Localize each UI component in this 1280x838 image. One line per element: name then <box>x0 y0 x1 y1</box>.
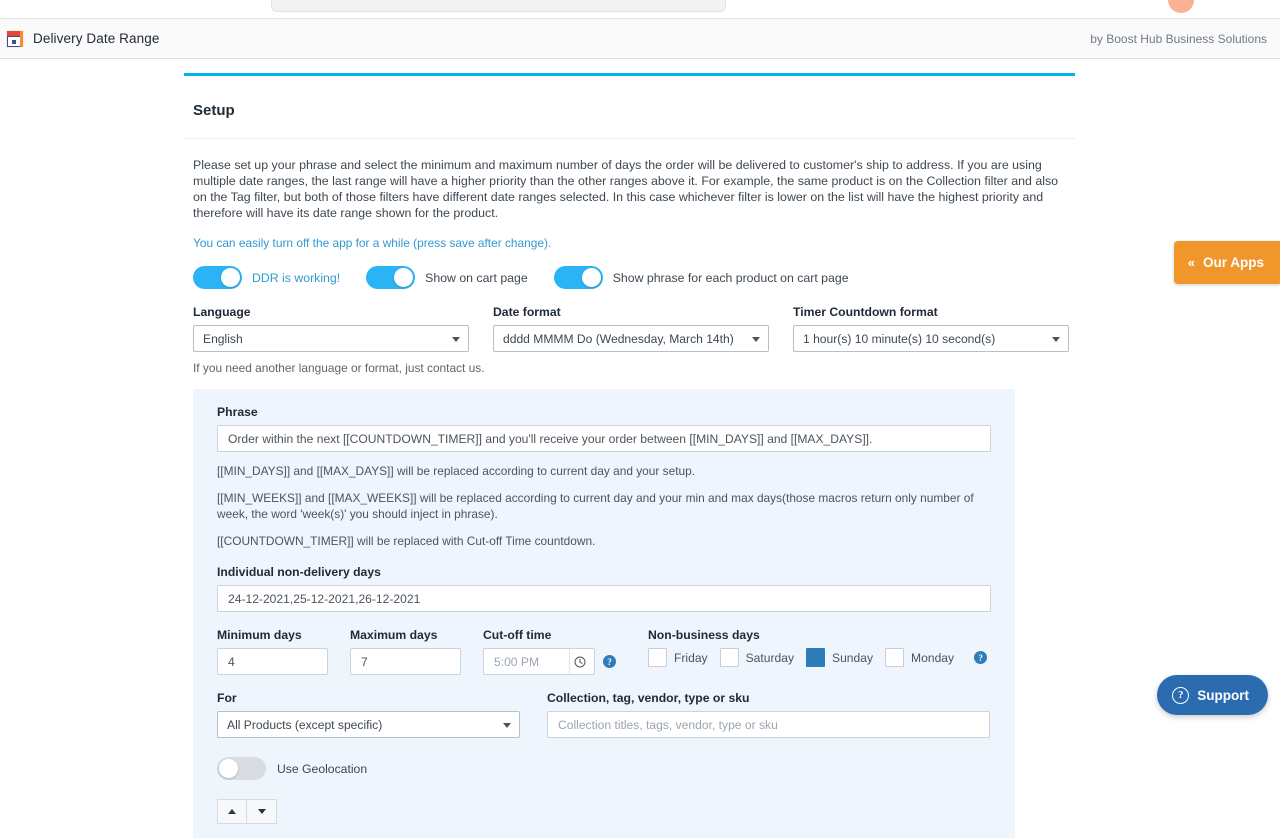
timer-countdown-format-value: 1 hour(s) 10 minute(s) 10 second(s) <box>803 332 995 346</box>
turn-off-app-link[interactable]: You can easily turn off the app for a wh… <box>193 236 1075 250</box>
checkbox-friday[interactable] <box>648 648 667 667</box>
our-apps-tab[interactable]: « Our Apps <box>1174 241 1280 284</box>
geolocation-row[interactable]: Use Geolocation <box>217 757 991 780</box>
cutoff-time-label: Cut-off time <box>483 628 616 642</box>
double-chevron-left-icon: « <box>1188 255 1195 270</box>
chevron-up-icon <box>228 809 236 814</box>
non-business-days-field: Non-business days Friday Saturday Sunday… <box>648 628 991 667</box>
clock-icon[interactable] <box>569 649 590 674</box>
checkbox-monday[interactable] <box>885 648 904 667</box>
language-select[interactable]: English <box>193 325 469 352</box>
cutoff-help-icon[interactable]: ? <box>603 655 616 668</box>
non-business-days-label: Non-business days <box>648 628 991 642</box>
app-title: Delivery Date Range <box>33 31 159 46</box>
collection-input[interactable]: Collection titles, tags, vendor, type or… <box>547 711 990 738</box>
toggle-switch[interactable] <box>554 266 603 289</box>
language-select-value: English <box>203 332 243 346</box>
checkbox-saturday-label: Saturday <box>746 651 794 665</box>
for-field: For All Products (except specific) <box>217 691 520 738</box>
toggle-switch[interactable] <box>193 266 242 289</box>
collection-field: Collection, tag, vendor, type or sku Col… <box>547 691 990 738</box>
days-settings-row: Minimum days 4 Maximum days 7 Cut-off ti… <box>217 628 991 675</box>
toggle-label: Show phrase for each product on cart pag… <box>613 271 849 285</box>
support-button-label: Support <box>1197 688 1249 703</box>
toggle-switch[interactable] <box>366 266 415 289</box>
language-field: Language English <box>193 305 469 352</box>
move-up-button[interactable] <box>217 799 247 824</box>
maximum-days-input[interactable]: 7 <box>350 648 461 675</box>
cutoff-time-field: Cut-off time 5:00 PM ? <box>483 628 616 675</box>
checkbox-friday-label: Friday <box>674 651 708 665</box>
cutoff-time-input[interactable]: 5:00 PM <box>483 648 595 675</box>
cutoff-time-value: 5:00 PM <box>494 655 569 669</box>
title-divider <box>184 138 1075 139</box>
app-developer: by Boost Hub Business Solutions <box>1090 32 1267 46</box>
admin-top-strip <box>0 0 1280 19</box>
format-selects-row: Language English Date format dddd MMMM D… <box>193 305 1075 352</box>
question-circle-icon: ? <box>1172 687 1189 704</box>
chevron-down-icon <box>452 337 460 342</box>
phrase-help-weeks: [[MIN_WEEKS]] and [[MAX_WEEKS]] will be … <box>217 490 977 522</box>
panel-accent-bar <box>184 73 1075 76</box>
global-search-input[interactable] <box>271 0 726 12</box>
chevron-down-icon <box>1052 337 1060 342</box>
checkbox-monday-label: Monday <box>911 651 954 665</box>
date-format-select-value: dddd MMMM Do (Wednesday, March 14th) <box>503 332 734 346</box>
toggle-show-on-cart-page[interactable]: Show on cart page <box>366 266 528 289</box>
checkbox-sunday[interactable] <box>806 648 825 667</box>
non-business-days-help-icon[interactable]: ? <box>974 651 987 664</box>
non-business-days-checkboxes: Friday Saturday Sunday Monday ? <box>648 648 991 667</box>
toggle-show-phrase-each-product[interactable]: Show phrase for each product on cart pag… <box>554 266 849 289</box>
toggles-row: DDR is working! Show on cart page Show p… <box>193 266 1075 289</box>
app-content: Setup Please set up your phrase and sele… <box>0 59 1280 720</box>
toggle-ddr-working[interactable]: DDR is working! <box>193 266 340 289</box>
language-label: Language <box>193 305 469 319</box>
move-down-button[interactable] <box>247 799 277 824</box>
geolocation-toggle[interactable] <box>217 757 266 780</box>
phrase-label: Phrase <box>217 405 991 419</box>
checkbox-saturday[interactable] <box>720 648 739 667</box>
date-range-card: Phrase Order within the next [[COUNTDOWN… <box>193 389 1015 838</box>
collection-label: Collection, tag, vendor, type or sku <box>547 691 990 705</box>
phrase-help-countdown: [[COUNTDOWN_TIMER]] will be replaced wit… <box>217 533 977 549</box>
geolocation-label: Use Geolocation <box>277 762 367 776</box>
chevron-down-icon <box>503 723 511 728</box>
chevron-down-icon <box>258 809 266 814</box>
minimum-days-label: Minimum days <box>217 628 328 642</box>
phrase-input[interactable]: Order within the next [[COUNTDOWN_TIMER]… <box>217 425 991 452</box>
target-products-row: For All Products (except specific) Colle… <box>217 691 991 738</box>
non-delivery-days-input[interactable]: 24-12-2021,25-12-2021,26-12-2021 <box>217 585 991 612</box>
toggle-label: DDR is working! <box>252 271 340 285</box>
support-button[interactable]: ? Support <box>1157 675 1268 715</box>
checkbox-sunday-label: Sunday <box>832 651 873 665</box>
for-select[interactable]: All Products (except specific) <box>217 711 520 738</box>
phrase-help-min-max: [[MIN_DAYS]] and [[MAX_DAYS]] will be re… <box>217 463 977 479</box>
non-delivery-days-label: Individual non-delivery days <box>217 565 991 579</box>
reorder-arrows <box>217 799 991 838</box>
avatar[interactable] <box>1168 0 1194 13</box>
timer-countdown-format-label: Timer Countdown format <box>793 305 1069 319</box>
maximum-days-field: Maximum days 7 <box>350 628 461 675</box>
date-format-select[interactable]: dddd MMMM Do (Wednesday, March 14th) <box>493 325 769 352</box>
app-header: Delivery Date Range by Boost Hub Busines… <box>0 19 1280 59</box>
calendar-app-icon <box>6 30 24 48</box>
minimum-days-field: Minimum days 4 <box>217 628 328 675</box>
contact-note: If you need another language or format, … <box>193 361 1075 375</box>
setup-description: Please set up your phrase and select the… <box>193 157 1059 221</box>
chevron-down-icon <box>752 337 760 342</box>
toggle-label: Show on cart page <box>425 271 528 285</box>
date-format-label: Date format <box>493 305 769 319</box>
setup-panel: Setup Please set up your phrase and sele… <box>184 73 1075 838</box>
timer-countdown-format-field: Timer Countdown format 1 hour(s) 10 minu… <box>793 305 1069 352</box>
maximum-days-label: Maximum days <box>350 628 461 642</box>
for-label: For <box>217 691 520 705</box>
date-format-field: Date format dddd MMMM Do (Wednesday, Mar… <box>493 305 769 352</box>
page-title: Setup <box>193 102 1075 119</box>
minimum-days-input[interactable]: 4 <box>217 648 328 675</box>
timer-countdown-format-select[interactable]: 1 hour(s) 10 minute(s) 10 second(s) <box>793 325 1069 352</box>
our-apps-label: Our Apps <box>1203 255 1264 270</box>
